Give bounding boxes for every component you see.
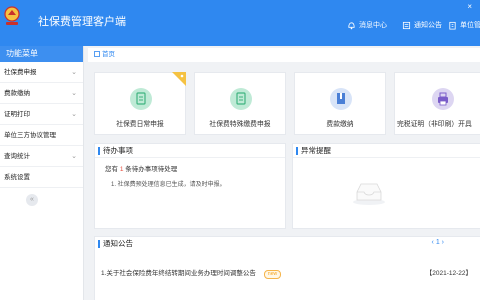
quick-action-tax-certificate[interactable]: 完税证明（非印刷）开具 <box>394 72 480 135</box>
alerts-panel: 异常提醒 <box>292 143 480 229</box>
quick-action-payment[interactable]: 费款缴纳 <box>294 72 386 135</box>
sidebar-item-label: 社保费申报 <box>4 69 37 76</box>
quick-action-special-declaration[interactable]: 社保费特殊缴费申报 <box>194 72 286 135</box>
todo-item[interactable]: 1. 社保费预处理信息已生成，请及时申报。 <box>95 173 285 188</box>
todo-panel: 待办事项 您有 1 条待办事项待处理 1. 社保费预处理信息已生成，请及时申报。 <box>94 143 286 229</box>
message-center-label: 消息中心 <box>359 22 387 29</box>
notice-date: 【2021-12-22】 <box>425 270 472 277</box>
new-badge: new <box>263 270 282 279</box>
sidebar-item-label: 查询统计 <box>4 153 30 160</box>
chevron-down-icon: ⌄ <box>71 111 77 118</box>
chevron-down-icon: ⌄ <box>71 90 77 97</box>
sidebar-title: 功能菜单 <box>0 46 83 62</box>
sidebar-item-query-stats[interactable]: 查询统计 ⌄ <box>0 146 83 167</box>
sidebar-item-certificate-print[interactable]: 证明打印 ⌄ <box>0 104 83 125</box>
sidebar-item-label: 系统设置 <box>4 174 30 181</box>
breadcrumb: 首页 <box>88 48 480 62</box>
sidebar-item-label: 证明打印 <box>4 111 30 118</box>
app-title: 社保费管理客户端 <box>38 16 126 28</box>
sidebar-collapse-button[interactable]: « <box>26 194 38 206</box>
close-icon[interactable]: × <box>467 2 472 11</box>
sidebar-item-settings[interactable]: 系统设置 <box>0 167 83 188</box>
alerts-title: 异常提醒 <box>293 144 480 158</box>
home-icon <box>94 51 100 58</box>
chevron-down-icon: ⌄ <box>71 153 77 160</box>
notices-panel: 通知公告 ‹ 1 › 1.关于社会保险费年终结转期间业务办理时间调整公告 new … <box>94 236 480 300</box>
unit-management-label: 单位管 <box>460 22 480 29</box>
app-header: 社保费管理客户端 × 消息中心 通知公告 单位管 <box>0 0 480 46</box>
breadcrumb-home[interactable]: 首页 <box>102 51 115 58</box>
tax-emblem-logo <box>4 6 20 25</box>
quick-action-label: 社保费特殊缴费申报 <box>209 121 271 128</box>
bell-icon <box>348 21 355 29</box>
sidebar-item-label: 单位三方协议管理 <box>4 132 56 139</box>
quick-action-label: 社保费日常申报 <box>116 121 164 128</box>
todo-summary-suffix: 条待办事项待处理 <box>125 166 178 173</box>
notice-icon <box>402 21 411 29</box>
message-center-link[interactable]: 消息中心 <box>347 20 387 30</box>
todo-summary: 您有 1 条待办事项待处理 <box>95 158 285 173</box>
notices-pager[interactable]: ‹ 1 › <box>432 239 444 246</box>
empty-inbox-icon <box>353 183 385 205</box>
sidebar-item-payment[interactable]: 费款缴纳 ⌄ <box>0 83 83 104</box>
quick-actions: 社保费日常申报 社保费特殊缴费申报 费款缴纳 完税证明（非印刷）开具 <box>94 72 480 135</box>
quick-action-label: 完税证明（非印刷）开具 <box>397 121 472 128</box>
notices-title: 通知公告 <box>95 237 480 251</box>
notice-text: 1.关于社会保险费年终结转期间业务办理时间调整公告 <box>101 270 256 277</box>
notice-link[interactable]: 通知公告 <box>402 20 442 30</box>
corner-flag-icon <box>172 72 186 86</box>
notice-label: 通知公告 <box>414 22 442 29</box>
notice-item[interactable]: 1.关于社会保险费年终结转期间业务办理时间调整公告 new <box>101 267 480 279</box>
clipboard-icon <box>230 88 252 110</box>
clipboard-icon <box>130 88 152 110</box>
sidebar-item-label: 费款缴纳 <box>4 90 30 97</box>
quick-action-daily-declaration[interactable]: 社保费日常申报 <box>94 72 186 135</box>
sidebar: 功能菜单 社保费申报 ⌄ 费款缴纳 ⌄ 证明打印 ⌄ 单位三方协议管理 查询统计 ⌄ 系… <box>0 46 84 300</box>
printer-icon <box>432 88 454 110</box>
sidebar-item-declaration[interactable]: 社保费申报 ⌄ <box>0 62 83 83</box>
todo-count: 1 <box>119 166 124 173</box>
quick-action-label: 费款缴纳 <box>326 121 354 128</box>
todo-summary-prefix: 您有 <box>105 166 118 173</box>
chevron-down-icon: ⌄ <box>71 69 77 76</box>
book-icon <box>330 88 352 110</box>
building-icon <box>449 21 456 30</box>
todo-title: 待办事项 <box>95 144 285 158</box>
sidebar-item-tripartite-agreement[interactable]: 单位三方协议管理 <box>0 125 83 146</box>
unit-management-link[interactable]: 单位管 <box>448 20 480 30</box>
